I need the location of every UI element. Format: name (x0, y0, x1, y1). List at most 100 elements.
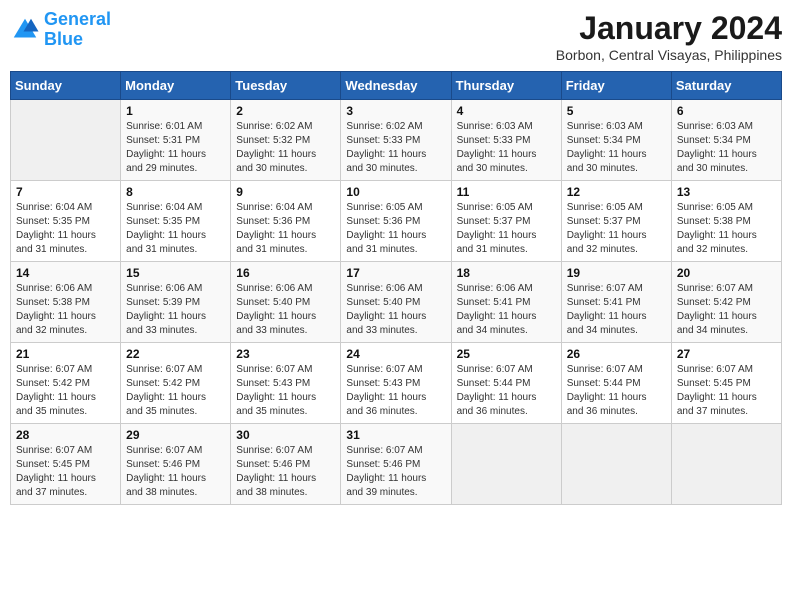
day-number: 26 (567, 347, 666, 361)
month-title: January 2024 (556, 10, 782, 47)
calendar-cell: 16 Sunrise: 6:06 AM Sunset: 5:40 PM Dayli… (231, 262, 341, 343)
calendar-cell: 18 Sunrise: 6:06 AM Sunset: 5:41 PM Dayli… (451, 262, 561, 343)
day-info: Sunrise: 6:05 AM Sunset: 5:37 PM Dayligh… (567, 201, 666, 257)
day-info: Sunrise: 6:07 AM Sunset: 5:46 PM Dayligh… (126, 444, 225, 500)
title-block: January 2024 Borbon, Central Visayas, Ph… (556, 10, 782, 63)
day-number: 31 (346, 428, 445, 442)
day-info: Sunrise: 6:03 AM Sunset: 5:34 PM Dayligh… (677, 120, 776, 176)
calendar-cell: 25 Sunrise: 6:07 AM Sunset: 5:44 PM Dayli… (451, 343, 561, 424)
day-info: Sunrise: 6:07 AM Sunset: 5:44 PM Dayligh… (567, 363, 666, 419)
day-number: 19 (567, 266, 666, 280)
calendar-cell: 26 Sunrise: 6:07 AM Sunset: 5:44 PM Dayli… (561, 343, 671, 424)
day-info: Sunrise: 6:07 AM Sunset: 5:43 PM Dayligh… (236, 363, 335, 419)
weekday-header: Sunday (11, 72, 121, 100)
calendar-cell: 9 Sunrise: 6:04 AM Sunset: 5:36 PM Daylig… (231, 181, 341, 262)
logo-text: General Blue (44, 10, 111, 50)
calendar-cell: 7 Sunrise: 6:04 AM Sunset: 5:35 PM Daylig… (11, 181, 121, 262)
day-info: Sunrise: 6:03 AM Sunset: 5:34 PM Dayligh… (567, 120, 666, 176)
weekday-header: Monday (121, 72, 231, 100)
calendar-table: SundayMondayTuesdayWednesdayThursdayFrid… (10, 71, 782, 505)
day-number: 3 (346, 104, 445, 118)
calendar-cell: 12 Sunrise: 6:05 AM Sunset: 5:37 PM Dayli… (561, 181, 671, 262)
day-info: Sunrise: 6:06 AM Sunset: 5:41 PM Dayligh… (457, 282, 556, 338)
calendar-week-row: 28 Sunrise: 6:07 AM Sunset: 5:45 PM Dayli… (11, 424, 782, 505)
logo: General Blue (10, 10, 111, 50)
location: Borbon, Central Visayas, Philippines (556, 47, 782, 63)
day-info: Sunrise: 6:07 AM Sunset: 5:42 PM Dayligh… (16, 363, 115, 419)
day-info: Sunrise: 6:07 AM Sunset: 5:41 PM Dayligh… (567, 282, 666, 338)
calendar-week-row: 7 Sunrise: 6:04 AM Sunset: 5:35 PM Daylig… (11, 181, 782, 262)
logo-line2: Blue (44, 29, 83, 49)
day-number: 21 (16, 347, 115, 361)
day-info: Sunrise: 6:07 AM Sunset: 5:46 PM Dayligh… (236, 444, 335, 500)
calendar-week-row: 21 Sunrise: 6:07 AM Sunset: 5:42 PM Dayli… (11, 343, 782, 424)
day-number: 6 (677, 104, 776, 118)
day-number: 16 (236, 266, 335, 280)
calendar-cell: 11Sunrise: 6:05 AM Sunset: 5:37 PM Dayli… (451, 181, 561, 262)
day-number: 25 (457, 347, 556, 361)
day-info: Sunrise: 6:04 AM Sunset: 5:35 PM Dayligh… (126, 201, 225, 257)
day-info: Sunrise: 6:03 AM Sunset: 5:33 PM Dayligh… (457, 120, 556, 176)
calendar-cell: 21 Sunrise: 6:07 AM Sunset: 5:42 PM Dayli… (11, 343, 121, 424)
day-info: Sunrise: 6:06 AM Sunset: 5:38 PM Dayligh… (16, 282, 115, 338)
day-number: 7 (16, 185, 115, 199)
day-number: 30 (236, 428, 335, 442)
day-number: 5 (567, 104, 666, 118)
day-info: Sunrise: 6:07 AM Sunset: 5:45 PM Dayligh… (16, 444, 115, 500)
calendar-cell: 31 Sunrise: 6:07 AM Sunset: 5:46 PM Dayli… (341, 424, 451, 505)
calendar-week-row: 14 Sunrise: 6:06 AM Sunset: 5:38 PM Dayli… (11, 262, 782, 343)
day-info: Sunrise: 6:07 AM Sunset: 5:43 PM Dayligh… (346, 363, 445, 419)
calendar-cell (11, 100, 121, 181)
day-number: 28 (16, 428, 115, 442)
day-number: 8 (126, 185, 225, 199)
day-info: Sunrise: 6:07 AM Sunset: 5:45 PM Dayligh… (677, 363, 776, 419)
calendar-cell: 8 Sunrise: 6:04 AM Sunset: 5:35 PM Daylig… (121, 181, 231, 262)
day-number: 14 (16, 266, 115, 280)
calendar-cell: 30 Sunrise: 6:07 AM Sunset: 5:46 PM Dayli… (231, 424, 341, 505)
day-info: Sunrise: 6:05 AM Sunset: 5:37 PM Dayligh… (457, 201, 556, 257)
day-info: Sunrise: 6:07 AM Sunset: 5:46 PM Dayligh… (346, 444, 445, 500)
weekday-header-row: SundayMondayTuesdayWednesdayThursdayFrid… (11, 72, 782, 100)
day-number: 13 (677, 185, 776, 199)
logo-line1: General (44, 9, 111, 29)
day-number: 2 (236, 104, 335, 118)
day-info: Sunrise: 6:04 AM Sunset: 5:36 PM Dayligh… (236, 201, 335, 257)
day-number: 20 (677, 266, 776, 280)
page-header: General Blue January 2024 Borbon, Centra… (10, 10, 782, 63)
day-number: 17 (346, 266, 445, 280)
day-number: 4 (457, 104, 556, 118)
calendar-cell: 17 Sunrise: 6:06 AM Sunset: 5:40 PM Dayli… (341, 262, 451, 343)
day-number: 18 (457, 266, 556, 280)
calendar-cell: 23 Sunrise: 6:07 AM Sunset: 5:43 PM Dayli… (231, 343, 341, 424)
day-info: Sunrise: 6:05 AM Sunset: 5:36 PM Dayligh… (346, 201, 445, 257)
day-number: 9 (236, 185, 335, 199)
weekday-header: Friday (561, 72, 671, 100)
calendar-cell: 5 Sunrise: 6:03 AM Sunset: 5:34 PM Daylig… (561, 100, 671, 181)
calendar-cell: 20Sunrise: 6:07 AM Sunset: 5:42 PM Dayli… (671, 262, 781, 343)
calendar-cell: 13Sunrise: 6:05 AM Sunset: 5:38 PM Dayli… (671, 181, 781, 262)
calendar-cell (451, 424, 561, 505)
day-info: Sunrise: 6:06 AM Sunset: 5:39 PM Dayligh… (126, 282, 225, 338)
calendar-cell: 3 Sunrise: 6:02 AM Sunset: 5:33 PM Daylig… (341, 100, 451, 181)
day-number: 24 (346, 347, 445, 361)
calendar-cell: 29Sunrise: 6:07 AM Sunset: 5:46 PM Dayli… (121, 424, 231, 505)
day-number: 12 (567, 185, 666, 199)
calendar-week-row: 1Sunrise: 6:01 AM Sunset: 5:31 PM Daylig… (11, 100, 782, 181)
day-info: Sunrise: 6:06 AM Sunset: 5:40 PM Dayligh… (236, 282, 335, 338)
weekday-header: Thursday (451, 72, 561, 100)
day-info: Sunrise: 6:02 AM Sunset: 5:33 PM Dayligh… (346, 120, 445, 176)
calendar-cell: 24 Sunrise: 6:07 AM Sunset: 5:43 PM Dayli… (341, 343, 451, 424)
day-info: Sunrise: 6:07 AM Sunset: 5:44 PM Dayligh… (457, 363, 556, 419)
day-info: Sunrise: 6:02 AM Sunset: 5:32 PM Dayligh… (236, 120, 335, 176)
calendar-cell: 22Sunrise: 6:07 AM Sunset: 5:42 PM Dayli… (121, 343, 231, 424)
calendar-cell: 10Sunrise: 6:05 AM Sunset: 5:36 PM Dayli… (341, 181, 451, 262)
calendar-cell (561, 424, 671, 505)
logo-icon (10, 15, 40, 45)
day-info: Sunrise: 6:04 AM Sunset: 5:35 PM Dayligh… (16, 201, 115, 257)
day-info: Sunrise: 6:06 AM Sunset: 5:40 PM Dayligh… (346, 282, 445, 338)
day-number: 23 (236, 347, 335, 361)
weekday-header: Wednesday (341, 72, 451, 100)
day-info: Sunrise: 6:07 AM Sunset: 5:42 PM Dayligh… (126, 363, 225, 419)
calendar-cell: 1Sunrise: 6:01 AM Sunset: 5:31 PM Daylig… (121, 100, 231, 181)
calendar-cell: 19 Sunrise: 6:07 AM Sunset: 5:41 PM Dayli… (561, 262, 671, 343)
